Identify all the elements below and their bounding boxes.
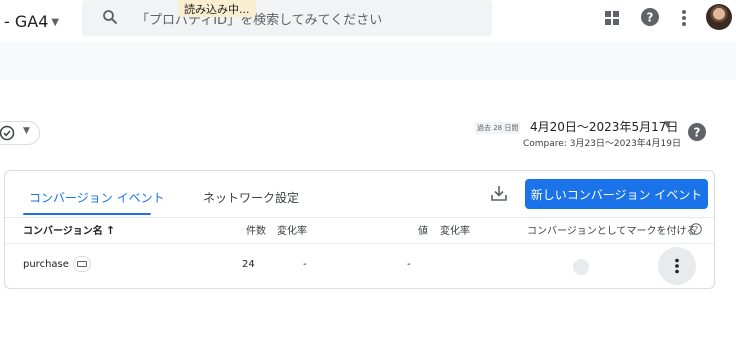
active-tab-indicator bbox=[23, 213, 151, 215]
mark-as-conversion-toggle[interactable] bbox=[573, 259, 589, 275]
table-row-name: purchase bbox=[23, 259, 69, 270]
search-icon bbox=[103, 10, 118, 25]
top-bar: - GA4 ▼ 「プロパティID」を検索してみてください 読み込み中... ? bbox=[0, 0, 736, 42]
column-header-value-change[interactable]: 変化率 bbox=[440, 222, 470, 237]
column-header-count[interactable]: 件数 bbox=[246, 222, 266, 237]
column-header-name[interactable]: コンバージョン名 ↑ bbox=[23, 222, 115, 237]
property-selector[interactable]: - GA4 ▼ bbox=[4, 12, 59, 31]
chevron-down-icon: ▼ bbox=[51, 17, 60, 28]
table-row-count: 24 bbox=[242, 259, 255, 270]
tab-network-settings[interactable]: ネットワーク設定 bbox=[203, 189, 299, 206]
column-header-count-change[interactable]: 変化率 bbox=[277, 222, 307, 237]
chevron-down-icon: ▼ bbox=[23, 126, 30, 136]
avatar[interactable] bbox=[706, 4, 732, 30]
column-header-mark-as-conversion: コンバージョンとしてマークを付ける bbox=[527, 226, 697, 237]
more-vert-icon[interactable] bbox=[679, 9, 689, 27]
help-icon[interactable]: ? bbox=[690, 223, 702, 235]
date-range-badge: 過去 28 日間 bbox=[475, 122, 521, 134]
new-conversion-event-button[interactable]: 新しいコンバージョン イベント bbox=[525, 179, 708, 209]
download-icon[interactable] bbox=[489, 183, 509, 203]
chevron-down-icon[interactable]: ▼ bbox=[664, 120, 671, 130]
svg-text:?: ? bbox=[694, 126, 701, 140]
table-row-count-change: - bbox=[303, 259, 307, 270]
column-name-label: コンバージョン名 bbox=[23, 226, 103, 237]
table-row-value: - bbox=[407, 259, 411, 270]
search-input[interactable]: 「プロパティID」を検索してみてください bbox=[136, 9, 382, 28]
row-more-button[interactable] bbox=[658, 247, 696, 285]
filter-chip[interactable]: ▼ bbox=[0, 121, 40, 145]
loading-indicator: 読み込み中... bbox=[178, 0, 256, 17]
compare-range: Compare: 3月23日～2023年4月19日 bbox=[523, 139, 681, 149]
date-range-selector[interactable]: 4月20日～2023年5月17日 bbox=[530, 118, 678, 135]
svg-text:?: ? bbox=[647, 11, 654, 25]
apps-grid-icon[interactable] bbox=[604, 10, 620, 26]
conversions-card: コンバージョン イベント ネットワーク設定 新しいコンバージョン イベント コン… bbox=[4, 170, 715, 289]
help-icon[interactable]: ? bbox=[688, 123, 706, 141]
divider bbox=[5, 243, 714, 244]
sort-arrow-icon: ↑ bbox=[105, 224, 116, 237]
tab-conversion-events[interactable]: コンバージョン イベント bbox=[29, 189, 165, 206]
column-header-value[interactable]: 値 bbox=[418, 222, 428, 237]
search-bar[interactable]: 「プロパティID」を検索してみてください bbox=[82, 0, 492, 36]
property-name: - GA4 bbox=[4, 12, 49, 31]
help-icon[interactable]: ? bbox=[641, 8, 659, 26]
more-vert-icon bbox=[675, 258, 679, 274]
check-circle-icon bbox=[0, 125, 15, 141]
event-type-icon bbox=[73, 256, 91, 272]
divider bbox=[5, 217, 714, 218]
header-band bbox=[0, 42, 736, 80]
svg-text:?: ? bbox=[694, 225, 698, 234]
